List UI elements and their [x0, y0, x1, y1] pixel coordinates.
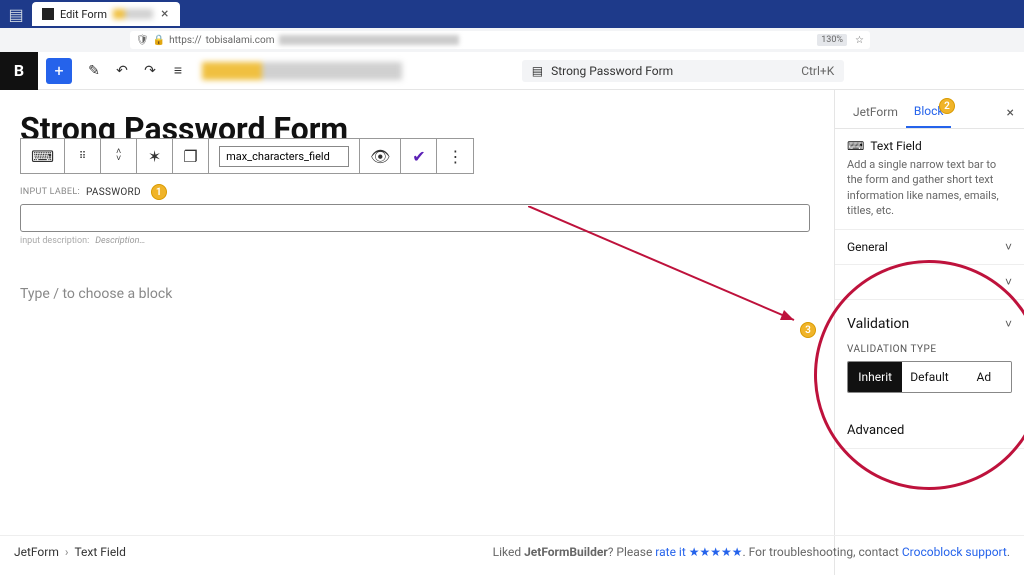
lock-icon: 🔒 [153, 35, 165, 46]
block-type-icon[interactable]: ⌨ [21, 139, 65, 173]
crumb-textfield[interactable]: Text Field [74, 545, 125, 559]
block-toolbar: ⌨ ⠿ ˄˅ ✶ ❐ 👁 ✔ ⋮ [20, 138, 474, 174]
edit-mode-icon[interactable]: ✎ [80, 57, 108, 85]
brush-icon[interactable]: ✔ [401, 139, 437, 173]
validation-type-label: VALIDATION TYPE [847, 344, 1012, 355]
app-toolbar: B + ✎ ↶ ↷ ≡ ▤ Strong Password Form Ctrl+… [0, 52, 1024, 90]
rate-link[interactable]: rate it ★★★★★ [655, 545, 742, 559]
input-label-key: INPUT LABEL: [20, 187, 80, 197]
doc-title: Strong Password Form [551, 64, 673, 78]
validation-inherit-button[interactable]: Inherit [848, 362, 902, 392]
support-link[interactable]: Crocoblock support [902, 545, 1007, 559]
section-advanced[interactable]: Advanced [835, 413, 1024, 449]
close-sidebar-icon[interactable]: × [1007, 105, 1014, 121]
copy-icon[interactable]: ❐ [173, 139, 209, 173]
validation-type-group: Inherit Default Ad [847, 361, 1012, 393]
promo-q: ? Please [608, 545, 656, 559]
shortcut-hint: Ctrl+K [801, 64, 834, 78]
settings-sidebar: JetForm Block 2 × ⌨ Text Field Add a sin… [834, 90, 1024, 575]
tab-favicon-icon [42, 8, 54, 20]
block-name: Text Field [870, 139, 921, 153]
section-validation-label[interactable]: Validation [847, 316, 909, 332]
validation-advanced-button[interactable]: Ad [957, 362, 1011, 392]
chevron-down-icon: ˅ [1005, 317, 1012, 331]
url-host: tobisalami.com [206, 35, 275, 46]
block-placeholder[interactable]: Type / to choose a block [20, 286, 814, 302]
validation-default-button[interactable]: Default [902, 362, 956, 392]
field-name-input-cell [209, 139, 360, 173]
url-blur [279, 35, 459, 45]
add-block-button[interactable]: + [46, 58, 72, 84]
crumb-jetform[interactable]: JetForm [14, 545, 59, 559]
tab-blur [113, 9, 153, 19]
section-advanced-label: Advanced [847, 423, 904, 438]
field-name-input[interactable] [219, 146, 349, 167]
section-general-label: General [847, 240, 888, 254]
zoom-badge[interactable]: 130% [817, 34, 847, 46]
tab-jetform[interactable]: JetForm [845, 99, 906, 127]
more-options-icon[interactable]: ⋮ [437, 139, 473, 173]
drag-handle-icon[interactable]: ⠿ [65, 139, 101, 173]
url-bar[interactable]: 🛡 🔒 https:// tobisalami.com 130% ☆ [130, 31, 870, 49]
promo-pre: Liked [493, 545, 524, 559]
redo-icon[interactable]: ↷ [136, 57, 164, 85]
toolbar-blur [202, 62, 402, 80]
tab-close-icon[interactable]: × [159, 6, 170, 22]
app-logo-icon[interactable]: B [0, 52, 38, 90]
browser-tab[interactable]: Edit Form × [32, 2, 180, 26]
list-view-icon[interactable]: ≡ [164, 57, 192, 85]
block-description: Add a single narrow text bar to the form… [847, 157, 1012, 219]
breadcrumb-footer: JetForm › Text Field Liked JetFormBuilde… [0, 535, 1024, 555]
desc-key: input description: [20, 236, 89, 246]
text-field-input[interactable] [20, 204, 810, 232]
browser-menu-icon[interactable]: ▤ [6, 4, 26, 24]
annotation-badge-2: 2 [939, 98, 955, 114]
section-general[interactable]: General ˅ [835, 230, 1024, 265]
required-star-icon[interactable]: ✶ [137, 139, 173, 173]
desc-value[interactable]: Description… [95, 236, 145, 246]
bookmark-star-icon[interactable]: ☆ [855, 35, 864, 46]
footer-promo: Liked JetFormBuilder? Please rate it ★★★… [493, 545, 1010, 559]
input-label-value[interactable]: PASSWORD [86, 187, 141, 198]
textfield-icon: ⌨ [847, 139, 864, 153]
tab-title: Edit Form [60, 8, 107, 21]
move-updown-icon[interactable]: ˄˅ [101, 139, 137, 173]
promo-bold: JetFormBuilder [524, 545, 608, 559]
shield-icon: 🛡 [136, 35, 149, 46]
undo-icon[interactable]: ↶ [108, 57, 136, 85]
chevron-down-icon: ˅ [1005, 240, 1012, 254]
visibility-icon[interactable]: 👁 [360, 139, 401, 173]
url-scheme: https:// [169, 35, 201, 46]
section-collapsed[interactable]: ˅ [835, 265, 1024, 300]
page-icon: ▤ [532, 64, 543, 78]
chevron-right-icon: › [65, 545, 69, 559]
chevron-down-icon: ˅ [1005, 275, 1012, 289]
promo-mid: . For troubleshooting, contact [743, 545, 902, 559]
annotation-badge-3: 3 [800, 322, 816, 338]
annotation-badge-1: 1 [151, 184, 167, 200]
document-title-pill[interactable]: ▤ Strong Password Form Ctrl+K [522, 60, 845, 82]
